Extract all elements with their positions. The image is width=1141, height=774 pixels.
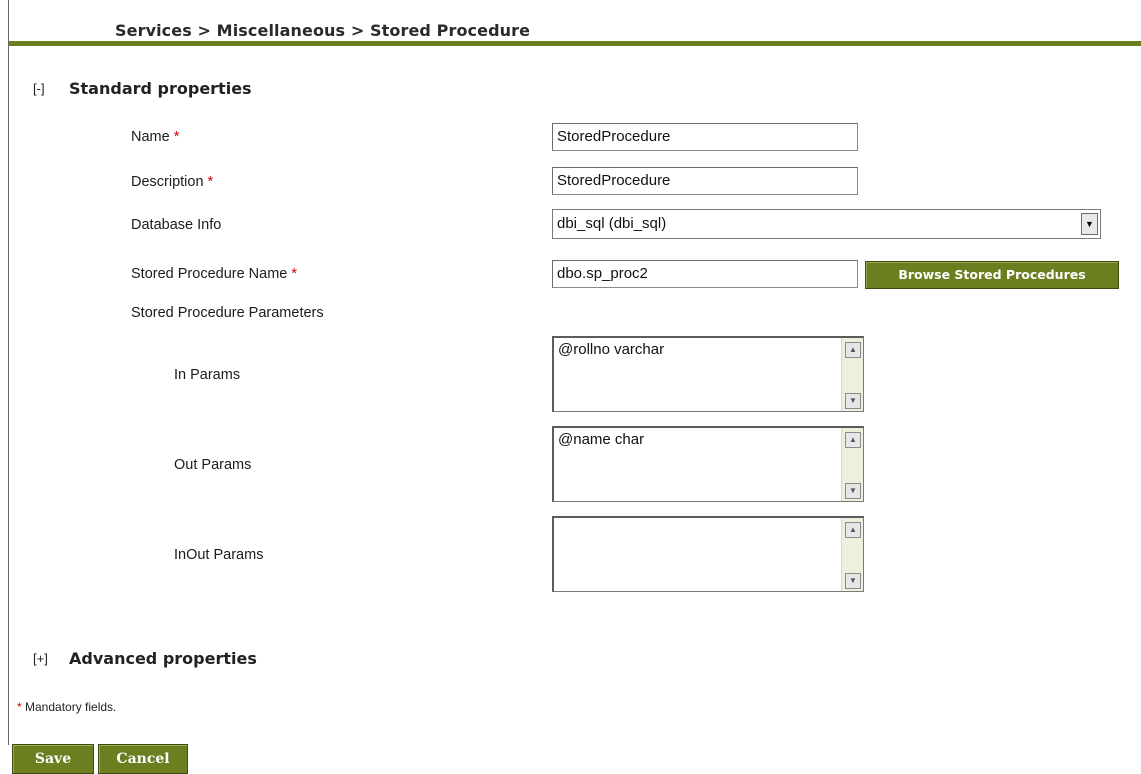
description-label: Description * (131, 174, 213, 190)
inout-params-label: InOut Params (174, 547, 264, 563)
sp-name-input[interactable]: dbo.sp_proc2 (552, 260, 858, 288)
browse-stored-procedures-button[interactable]: Browse Stored Procedures (865, 261, 1119, 289)
page-frame-border (8, 0, 9, 745)
required-marker: * (173, 129, 180, 145)
advanced-section-expand-toggle[interactable]: [+] (33, 651, 48, 666)
breadcrumb: Services > Miscellaneous > Stored Proced… (115, 21, 531, 40)
sp-name-label-text: Stored Procedure Name (131, 266, 288, 282)
save-button[interactable]: Save (12, 744, 94, 774)
name-label: Name * (131, 129, 179, 145)
advanced-section-title[interactable]: Advanced properties (69, 649, 257, 668)
database-info-label: Database Info (131, 217, 222, 233)
header-rule (9, 41, 1141, 46)
out-params-label: Out Params (174, 457, 252, 473)
mandatory-fields-note: * Mandatory fields. (17, 700, 116, 714)
name-input-value: StoredProcedure (557, 128, 671, 145)
mandatory-fields-text: Mandatory fields. (25, 700, 117, 714)
database-info-select[interactable]: dbi_sql (dbi_sql) ▼ (552, 209, 1101, 239)
standard-section-title: Standard properties (69, 79, 252, 98)
sp-name-label: Stored Procedure Name * (131, 266, 297, 282)
scroll-down-icon[interactable]: ▼ (845, 393, 861, 409)
required-marker: * (17, 700, 22, 714)
out-params-scrollbar[interactable]: ▲ ▼ (841, 428, 863, 501)
scroll-up-icon[interactable]: ▲ (845, 432, 861, 448)
sp-parameters-label: Stored Procedure Parameters (131, 305, 324, 321)
sp-name-input-value: dbo.sp_proc2 (557, 265, 648, 282)
in-params-label: In Params (174, 367, 241, 383)
cancel-button[interactable]: Cancel (98, 744, 188, 774)
required-marker: * (291, 266, 298, 282)
out-params-textarea[interactable]: @name char ▲ ▼ (552, 426, 864, 502)
scroll-down-icon[interactable]: ▼ (845, 573, 861, 589)
in-params-textarea[interactable]: @rollno varchar ▲ ▼ (552, 336, 864, 412)
inout-params-scrollbar[interactable]: ▲ ▼ (841, 518, 863, 591)
scroll-up-icon[interactable]: ▲ (845, 342, 861, 358)
in-params-value: @rollno varchar (558, 341, 665, 358)
name-label-text: Name (131, 129, 170, 145)
database-info-selected-value: dbi_sql (dbi_sql) (557, 215, 667, 232)
scroll-down-icon[interactable]: ▼ (845, 483, 861, 499)
description-input[interactable]: StoredProcedure (552, 167, 858, 195)
scroll-up-icon[interactable]: ▲ (845, 522, 861, 538)
standard-section-collapse-toggle[interactable]: [-] (33, 81, 45, 96)
out-params-value: @name char (558, 431, 645, 448)
required-marker: * (207, 174, 214, 190)
chevron-down-icon[interactable]: ▼ (1081, 213, 1098, 235)
inout-params-textarea[interactable]: ▲ ▼ (552, 516, 864, 592)
in-params-scrollbar[interactable]: ▲ ▼ (841, 338, 863, 411)
description-label-text: Description (131, 174, 204, 190)
name-input[interactable]: StoredProcedure (552, 123, 858, 151)
description-input-value: StoredProcedure (557, 172, 671, 189)
